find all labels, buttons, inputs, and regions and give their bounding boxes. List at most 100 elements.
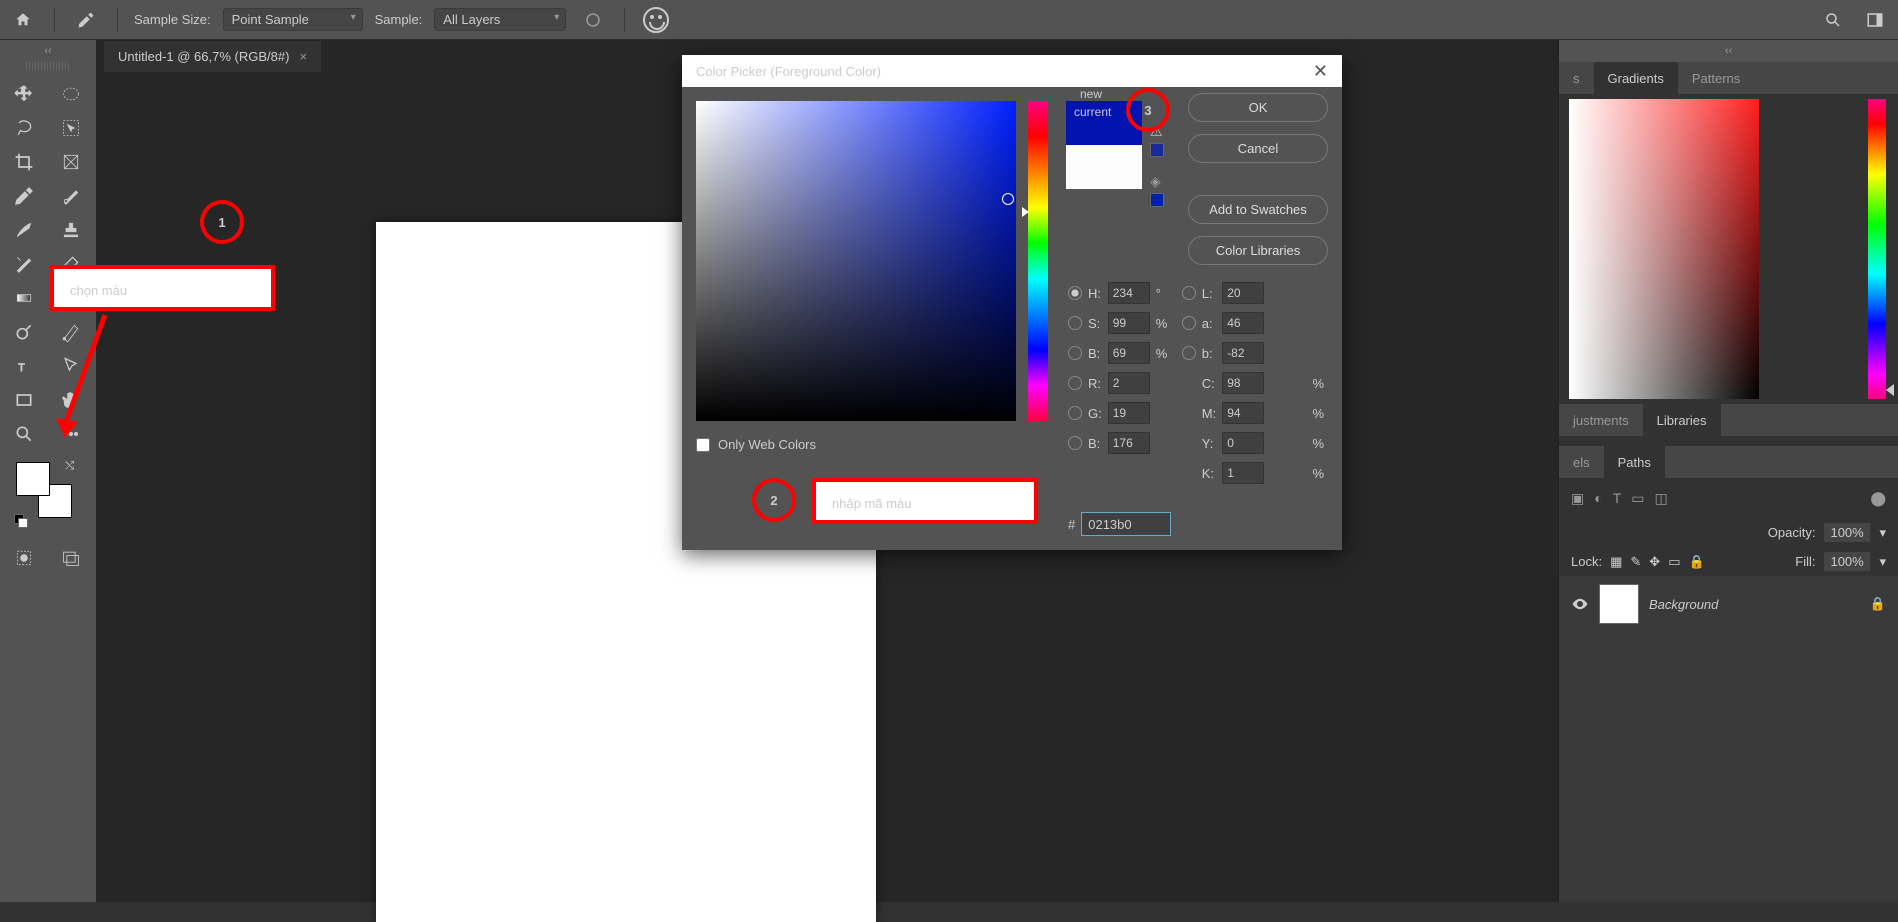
tab-adjustments[interactable]: justments bbox=[1559, 404, 1643, 436]
bv-input[interactable] bbox=[1108, 432, 1150, 454]
gradient-tool-icon[interactable] bbox=[2, 282, 46, 314]
sat-bright-field[interactable] bbox=[696, 101, 1016, 421]
b2-input[interactable] bbox=[1222, 342, 1264, 364]
a-input[interactable] bbox=[1222, 312, 1264, 334]
sample-dropdown[interactable]: All Layers bbox=[434, 8, 566, 31]
color-field[interactable] bbox=[1569, 99, 1759, 399]
dialog-titlebar[interactable]: Color Picker (Foreground Color) ✕ bbox=[682, 55, 1342, 87]
color-libraries-button[interactable]: Color Libraries bbox=[1188, 236, 1328, 265]
opacity-dropdown-icon[interactable]: ▾ bbox=[1879, 525, 1886, 541]
h-input[interactable] bbox=[1108, 282, 1150, 304]
layers-tabs: els Paths bbox=[1559, 446, 1898, 478]
lock-move-icon[interactable]: ✥ bbox=[1649, 554, 1660, 570]
history-brush-icon[interactable] bbox=[2, 248, 46, 280]
m-input[interactable] bbox=[1222, 402, 1264, 424]
layer-lock-icon[interactable]: 🔒 bbox=[1870, 596, 1886, 612]
b-input[interactable] bbox=[1108, 342, 1150, 364]
heal-brush-icon[interactable] bbox=[49, 180, 93, 212]
tab-paths[interactable]: Paths bbox=[1604, 446, 1665, 478]
y-input[interactable] bbox=[1222, 432, 1264, 454]
hue-bar[interactable] bbox=[1868, 99, 1886, 399]
tab-gradients[interactable]: Gradients bbox=[1594, 62, 1678, 94]
hue-strip[interactable] bbox=[1028, 101, 1048, 421]
radio-b2[interactable] bbox=[1182, 346, 1196, 360]
opacity-value[interactable]: 100% bbox=[1823, 522, 1871, 543]
c-input[interactable] bbox=[1222, 372, 1264, 394]
gamut-swatch[interactable] bbox=[1150, 143, 1164, 157]
screenmode-icon[interactable] bbox=[49, 542, 93, 574]
dodge-tool-icon[interactable] bbox=[2, 316, 46, 348]
current-color-swatch[interactable] bbox=[1066, 145, 1142, 189]
type-tool-icon[interactable]: T bbox=[2, 350, 46, 382]
l-input[interactable] bbox=[1222, 282, 1264, 304]
move-tool-icon[interactable] bbox=[2, 78, 46, 110]
stamp-tool-icon[interactable] bbox=[49, 214, 93, 246]
only-web-colors-checkbox[interactable]: Only Web Colors bbox=[696, 437, 816, 452]
tab-libraries[interactable]: Libraries bbox=[1643, 404, 1721, 436]
close-icon[interactable]: ✕ bbox=[1313, 61, 1328, 82]
sample-ring-icon[interactable] bbox=[578, 5, 608, 35]
search-icon[interactable] bbox=[1818, 5, 1848, 35]
quick-select-icon[interactable] bbox=[49, 112, 93, 144]
filter-image-icon[interactable]: ▣ bbox=[1571, 490, 1584, 507]
home-icon[interactable] bbox=[8, 5, 38, 35]
websafe-warning-icon[interactable]: ◈ bbox=[1150, 173, 1161, 190]
ok-button[interactable]: OK bbox=[1188, 93, 1328, 122]
fill-dropdown-icon[interactable]: ▾ bbox=[1879, 554, 1886, 570]
layer-thumbnail[interactable] bbox=[1599, 584, 1639, 624]
layer-row-background[interactable]: Background 🔒 bbox=[1559, 576, 1898, 632]
rectangle-tool-icon[interactable] bbox=[2, 384, 46, 416]
filter-shape-icon[interactable]: ▭ bbox=[1631, 490, 1644, 507]
websafe-swatch[interactable] bbox=[1150, 193, 1164, 207]
fill-value[interactable]: 100% bbox=[1823, 551, 1871, 572]
swap-colors-icon[interactable]: ⤭ bbox=[65, 460, 74, 473]
marquee-ellipse-icon[interactable] bbox=[49, 78, 93, 110]
zoom-tool-icon[interactable] bbox=[2, 418, 46, 450]
radio-g[interactable] bbox=[1068, 406, 1082, 420]
lock-brush-icon[interactable]: ✎ bbox=[1630, 554, 1641, 570]
g-input[interactable] bbox=[1108, 402, 1150, 424]
s-input[interactable] bbox=[1108, 312, 1150, 334]
filter-adjust-icon[interactable]: ◐ bbox=[1594, 490, 1602, 506]
eyedropper-tool-icon[interactable] bbox=[71, 5, 101, 35]
radio-bv[interactable] bbox=[1068, 436, 1082, 450]
tab-patterns[interactable]: Patterns bbox=[1678, 62, 1754, 94]
lock-pixels-icon[interactable]: ▦ bbox=[1610, 554, 1622, 570]
foreground-color-swatch[interactable] bbox=[16, 462, 50, 496]
document-tab[interactable]: Untitled-1 @ 66,7% (RGB/8#) × bbox=[104, 40, 321, 72]
filter-toggle-icon[interactable]: ⬤ bbox=[1870, 490, 1886, 507]
r-input[interactable] bbox=[1108, 372, 1150, 394]
sample-size-dropdown[interactable]: Point Sample bbox=[223, 8, 363, 31]
k-input[interactable] bbox=[1222, 462, 1264, 484]
cancel-button[interactable]: Cancel bbox=[1188, 134, 1328, 163]
crop-tool-icon[interactable] bbox=[2, 146, 46, 178]
lock-all-icon[interactable]: 🔒 bbox=[1688, 554, 1704, 570]
filter-type-icon[interactable]: T bbox=[1613, 490, 1622, 506]
visibility-icon[interactable] bbox=[1571, 595, 1589, 613]
add-swatches-button[interactable]: Add to Swatches bbox=[1188, 195, 1328, 224]
frame-tool-icon[interactable] bbox=[49, 146, 93, 178]
close-tab-icon[interactable]: × bbox=[299, 49, 307, 64]
radio-b[interactable] bbox=[1068, 346, 1082, 360]
workspace-icon[interactable] bbox=[1860, 5, 1890, 35]
radio-s[interactable] bbox=[1068, 316, 1082, 330]
default-colors-icon[interactable] bbox=[14, 514, 28, 528]
quickmask-icon[interactable] bbox=[2, 542, 46, 574]
owc-checkbox[interactable] bbox=[696, 438, 710, 452]
tab-channels[interactable]: els bbox=[1559, 446, 1604, 478]
lock-artboard-icon[interactable]: ▭ bbox=[1668, 554, 1680, 570]
panels-collapse[interactable]: ‹‹ bbox=[1559, 40, 1898, 62]
radio-l[interactable] bbox=[1182, 286, 1196, 300]
toolbar-collapse[interactable]: ‹‹ bbox=[0, 40, 96, 62]
radio-h[interactable] bbox=[1068, 286, 1082, 300]
smiley-icon[interactable] bbox=[641, 5, 671, 35]
hex-input[interactable] bbox=[1081, 512, 1171, 536]
lasso-tool-icon[interactable] bbox=[2, 112, 46, 144]
filter-smart-icon[interactable]: ◫ bbox=[1655, 490, 1668, 507]
radio-r[interactable] bbox=[1068, 376, 1082, 390]
radio-a[interactable] bbox=[1182, 316, 1196, 330]
tab-swatches[interactable]: s bbox=[1559, 62, 1594, 94]
brush-tool-icon[interactable] bbox=[2, 214, 46, 246]
toolbar-grip[interactable] bbox=[26, 62, 70, 70]
eyedropper-icon[interactable] bbox=[2, 180, 46, 212]
